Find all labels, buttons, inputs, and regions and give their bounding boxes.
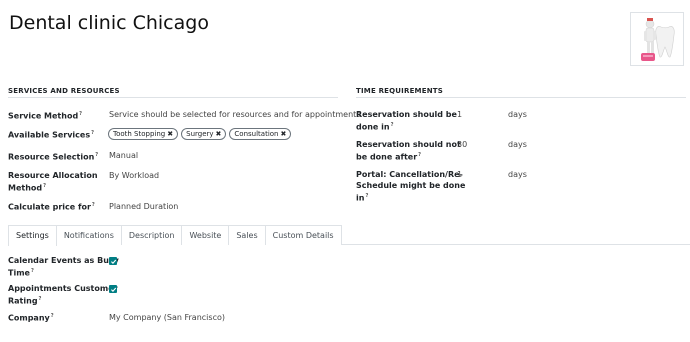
remove-tag-icon[interactable]: ✖ bbox=[216, 129, 222, 139]
calendar-busy-checkbox[interactable] bbox=[109, 257, 117, 265]
help-icon[interactable]: ? bbox=[92, 202, 95, 208]
company-field[interactable]: My Company (San Francisco) bbox=[109, 312, 225, 323]
help-icon[interactable]: ? bbox=[365, 193, 368, 199]
help-icon[interactable]: ? bbox=[39, 296, 42, 302]
reservation-not-done-after-field[interactable]: 30 bbox=[457, 139, 467, 150]
time-divider bbox=[356, 97, 686, 98]
page-title: Dental clinic Chicago bbox=[9, 12, 209, 34]
help-icon[interactable]: ? bbox=[43, 183, 46, 189]
reservation-not-done-after-unit: days bbox=[508, 140, 527, 149]
help-icon[interactable]: ? bbox=[391, 122, 394, 128]
resource-allocation-field[interactable]: By Workload bbox=[109, 170, 159, 181]
reservation-done-in-field[interactable]: 1 bbox=[457, 109, 462, 120]
tab-description[interactable]: Description bbox=[120, 225, 183, 245]
available-services-field[interactable]: Tooth Stopping ✖ Surgery ✖ Consultation ✖ bbox=[108, 128, 292, 140]
help-icon[interactable]: ? bbox=[79, 111, 82, 117]
tab-settings[interactable]: Settings bbox=[8, 225, 57, 246]
service-method-field[interactable]: Service should be selected for resources… bbox=[109, 109, 360, 120]
resource-allocation-label: Resource Allocation Method? bbox=[8, 171, 98, 193]
help-icon[interactable]: ? bbox=[31, 268, 34, 274]
tab-notifications[interactable]: Notifications bbox=[55, 225, 122, 245]
dentist-tooth-image-icon bbox=[631, 13, 683, 65]
customer-rating-label: Appointments Customer Rating? bbox=[8, 284, 118, 306]
customer-rating-checkbox[interactable] bbox=[109, 285, 117, 293]
reservation-done-in-label: Reservation should be done in? bbox=[356, 110, 457, 132]
notebook-tabs: Settings Notifications Description Websi… bbox=[8, 225, 342, 246]
help-icon[interactable]: ? bbox=[91, 130, 94, 136]
service-method-label: Service Method? bbox=[8, 111, 83, 121]
reservation-done-in-unit: days bbox=[508, 110, 527, 119]
time-section-title: TIME REQUIREMENTS bbox=[356, 87, 443, 95]
help-icon[interactable]: ? bbox=[51, 313, 54, 319]
calendar-busy-label: Calendar Events as Busy Time? bbox=[8, 256, 119, 278]
remove-tag-icon[interactable]: ✖ bbox=[280, 129, 286, 139]
portal-cancellation-unit: days bbox=[508, 170, 527, 179]
service-tag[interactable]: Tooth Stopping ✖ bbox=[108, 128, 179, 140]
resource-selection-field[interactable]: Manual bbox=[109, 150, 138, 161]
services-divider bbox=[8, 97, 338, 98]
portal-cancellation-field[interactable]: 1 bbox=[457, 169, 462, 180]
calculate-price-field[interactable]: Planned Duration bbox=[109, 201, 178, 212]
remove-tag-icon[interactable]: ✖ bbox=[167, 129, 173, 139]
checkmark-icon bbox=[110, 287, 116, 292]
company-label: Company? bbox=[8, 313, 54, 323]
help-icon[interactable]: ? bbox=[418, 152, 421, 158]
available-services-label: Available Services? bbox=[8, 130, 95, 140]
checkmark-icon bbox=[110, 259, 116, 264]
reservation-not-done-after-label: Reservation should not be done after? bbox=[356, 140, 461, 162]
calculate-price-label: Calculate price for? bbox=[8, 202, 95, 212]
tab-website[interactable]: Website bbox=[181, 225, 230, 245]
service-tag[interactable]: Surgery ✖ bbox=[181, 128, 227, 140]
resource-selection-label: Resource Selection? bbox=[8, 152, 99, 162]
tab-custom-details[interactable]: Custom Details bbox=[264, 225, 342, 245]
tab-sales[interactable]: Sales bbox=[228, 225, 266, 245]
services-section-title: SERVICES AND RESOURCES bbox=[8, 87, 120, 95]
help-icon[interactable]: ? bbox=[95, 152, 98, 158]
portal-cancellation-label: Portal: Cancellation/Re- Schedule might b… bbox=[356, 170, 466, 203]
clinic-image[interactable] bbox=[630, 12, 684, 66]
service-tag[interactable]: Consultation ✖ bbox=[229, 128, 292, 140]
